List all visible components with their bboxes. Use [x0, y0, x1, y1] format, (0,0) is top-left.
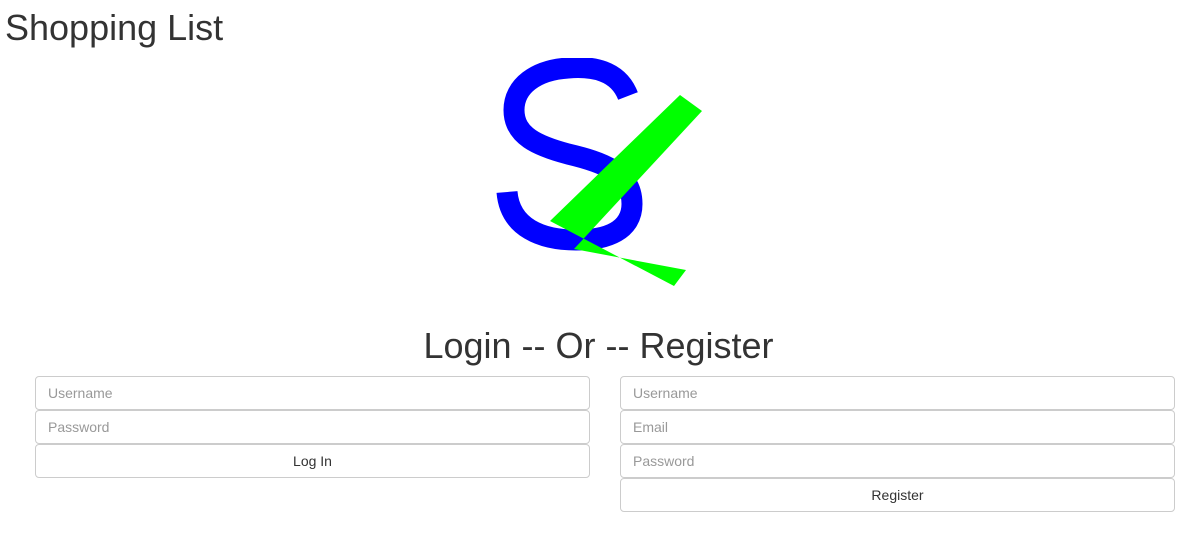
register-email-input[interactable]	[620, 410, 1175, 444]
app-title: Shopping List	[5, 7, 224, 48]
register-password-input[interactable]	[620, 444, 1175, 478]
login-button[interactable]: Log In	[35, 444, 590, 478]
register-button[interactable]: Register	[620, 478, 1175, 512]
login-username-input[interactable]	[35, 376, 590, 410]
logo-l-letter	[550, 95, 702, 286]
shopping-list-logo	[480, 57, 720, 298]
login-form: Log In	[35, 376, 590, 478]
register-username-input[interactable]	[620, 376, 1175, 410]
auth-heading: Login -- Or -- Register	[423, 325, 774, 366]
register-form: Register	[620, 376, 1175, 512]
login-password-input[interactable]	[35, 410, 590, 444]
sl-logo-icon	[496, 57, 702, 286]
